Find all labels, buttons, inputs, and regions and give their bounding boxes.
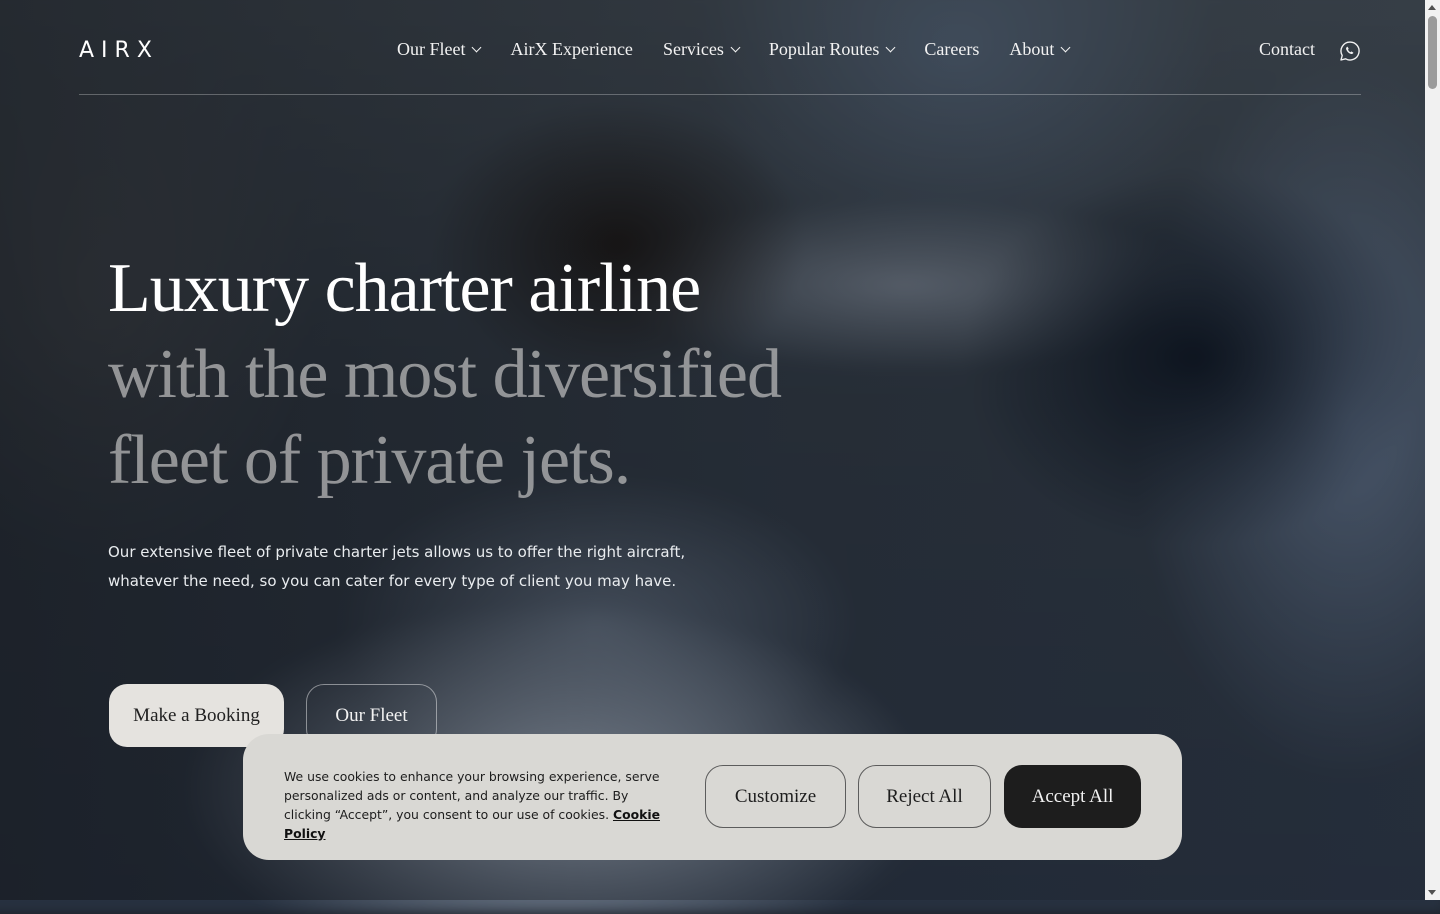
nav-item-label: About xyxy=(1009,39,1055,59)
nav-item-services[interactable]: Services xyxy=(662,39,741,60)
nav-item-label: Services xyxy=(662,39,724,59)
site-header: AIRX Our Fleet AirX Experience Services … xyxy=(79,0,1361,95)
chevron-down-icon xyxy=(472,42,482,52)
page-scrollbar[interactable] xyxy=(1425,0,1440,900)
scroll-up-arrow-icon[interactable] xyxy=(1428,5,1436,10)
hero-description: Our extensive fleet of private charter j… xyxy=(108,543,686,590)
nav-item-label: Popular Routes xyxy=(768,39,880,59)
scroll-down-arrow-icon[interactable] xyxy=(1428,890,1436,895)
hero-title-line-1: Luxury charter airline xyxy=(108,250,701,327)
nav-item-careers[interactable]: Careers xyxy=(924,39,979,60)
nav-item-label: Our Fleet xyxy=(397,39,466,59)
chevron-down-icon xyxy=(730,42,741,52)
nav-item-airx-experience[interactable]: AirX Experience xyxy=(510,39,632,60)
hero-title-line-3: fleet of private jets. xyxy=(108,422,631,499)
nav-item-popular-routes[interactable]: Popular Routes xyxy=(768,39,896,60)
nav-item-about[interactable]: About xyxy=(1009,39,1071,60)
main-nav: Our Fleet AirX Experience Services Popul… xyxy=(397,39,1071,60)
hero-title-line-2: with the most diversified xyxy=(108,336,782,413)
contact-link[interactable]: Contact xyxy=(1259,39,1315,60)
cookie-banner: We use cookies to enhance your browsing … xyxy=(243,734,1182,860)
customize-button[interactable]: Customize xyxy=(705,765,846,828)
nav-item-our-fleet[interactable]: Our Fleet xyxy=(397,39,482,60)
cookie-message: We use cookies to enhance your browsing … xyxy=(284,769,660,822)
cookie-banner-text: We use cookies to enhance your browsing … xyxy=(284,767,674,843)
hero-title: Luxury charter airline with the most div… xyxy=(108,246,782,504)
airx-logo[interactable]: AIRX xyxy=(79,38,159,63)
chevron-down-icon xyxy=(1060,42,1071,52)
chevron-down-icon xyxy=(885,42,896,52)
reject-all-button[interactable]: Reject All xyxy=(858,765,991,828)
accept-all-button[interactable]: Accept All xyxy=(1004,765,1141,828)
nav-item-label: AirX Experience xyxy=(510,39,633,59)
scrollbar-thumb[interactable] xyxy=(1428,16,1437,89)
nav-item-label: Careers xyxy=(924,39,980,59)
whatsapp-icon[interactable] xyxy=(1339,40,1361,62)
